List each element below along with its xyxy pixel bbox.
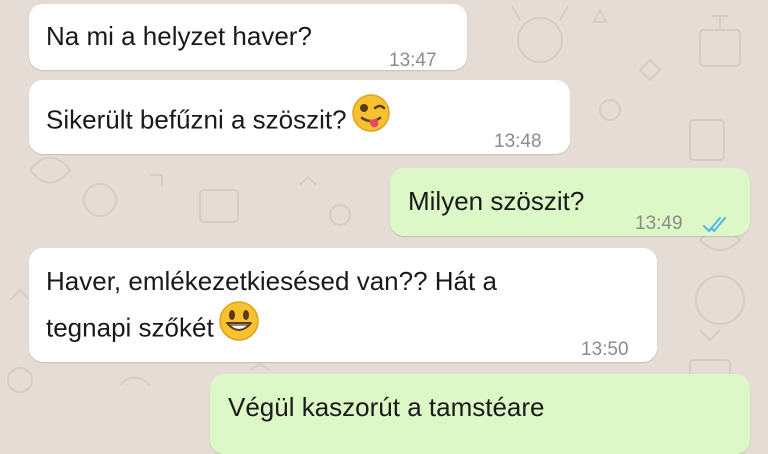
message-text: Sikerült befűzni a szöszit? [46, 93, 391, 148]
message-text: Na mi a helyzet haver? [46, 21, 312, 51]
message-text-line: Haver, emlékezetkiesésed van?? Hát a [46, 266, 497, 296]
message-text: Végül kaszorút a tamstéare [228, 392, 545, 422]
message-text-content: Sikerült befűzni a szöszit? [46, 104, 347, 135]
double-check-read-icon [702, 204, 730, 247]
message-text-content: tegnapi szőkét [46, 312, 214, 343]
message-bubble-outgoing[interactable]: Milyen szöszit? 13:49 [390, 168, 750, 236]
grinning-face-icon [218, 300, 260, 355]
message-bubble-incoming[interactable]: Haver, emlékezetkiesésed van?? Hát a teg… [29, 248, 657, 362]
message-bubble-outgoing[interactable]: Végül kaszorút a tamstéare [210, 374, 750, 454]
message-bubble-incoming[interactable]: Sikerült befűzni a szöszit? 13:48 [29, 80, 570, 154]
message-timestamp: 13:49 [635, 213, 683, 234]
message-timestamp: 13:50 [581, 339, 629, 360]
message-text: Milyen szöszit? [408, 186, 585, 216]
winking-tongue-face-icon [351, 93, 391, 146]
message-bubble-incoming[interactable]: Na mi a helyzet haver? 13:47 [29, 4, 467, 71]
message-timestamp: 13:47 [389, 50, 437, 71]
message-text-line: tegnapi szőkét [46, 300, 260, 357]
message-timestamp: 13:48 [494, 131, 542, 152]
